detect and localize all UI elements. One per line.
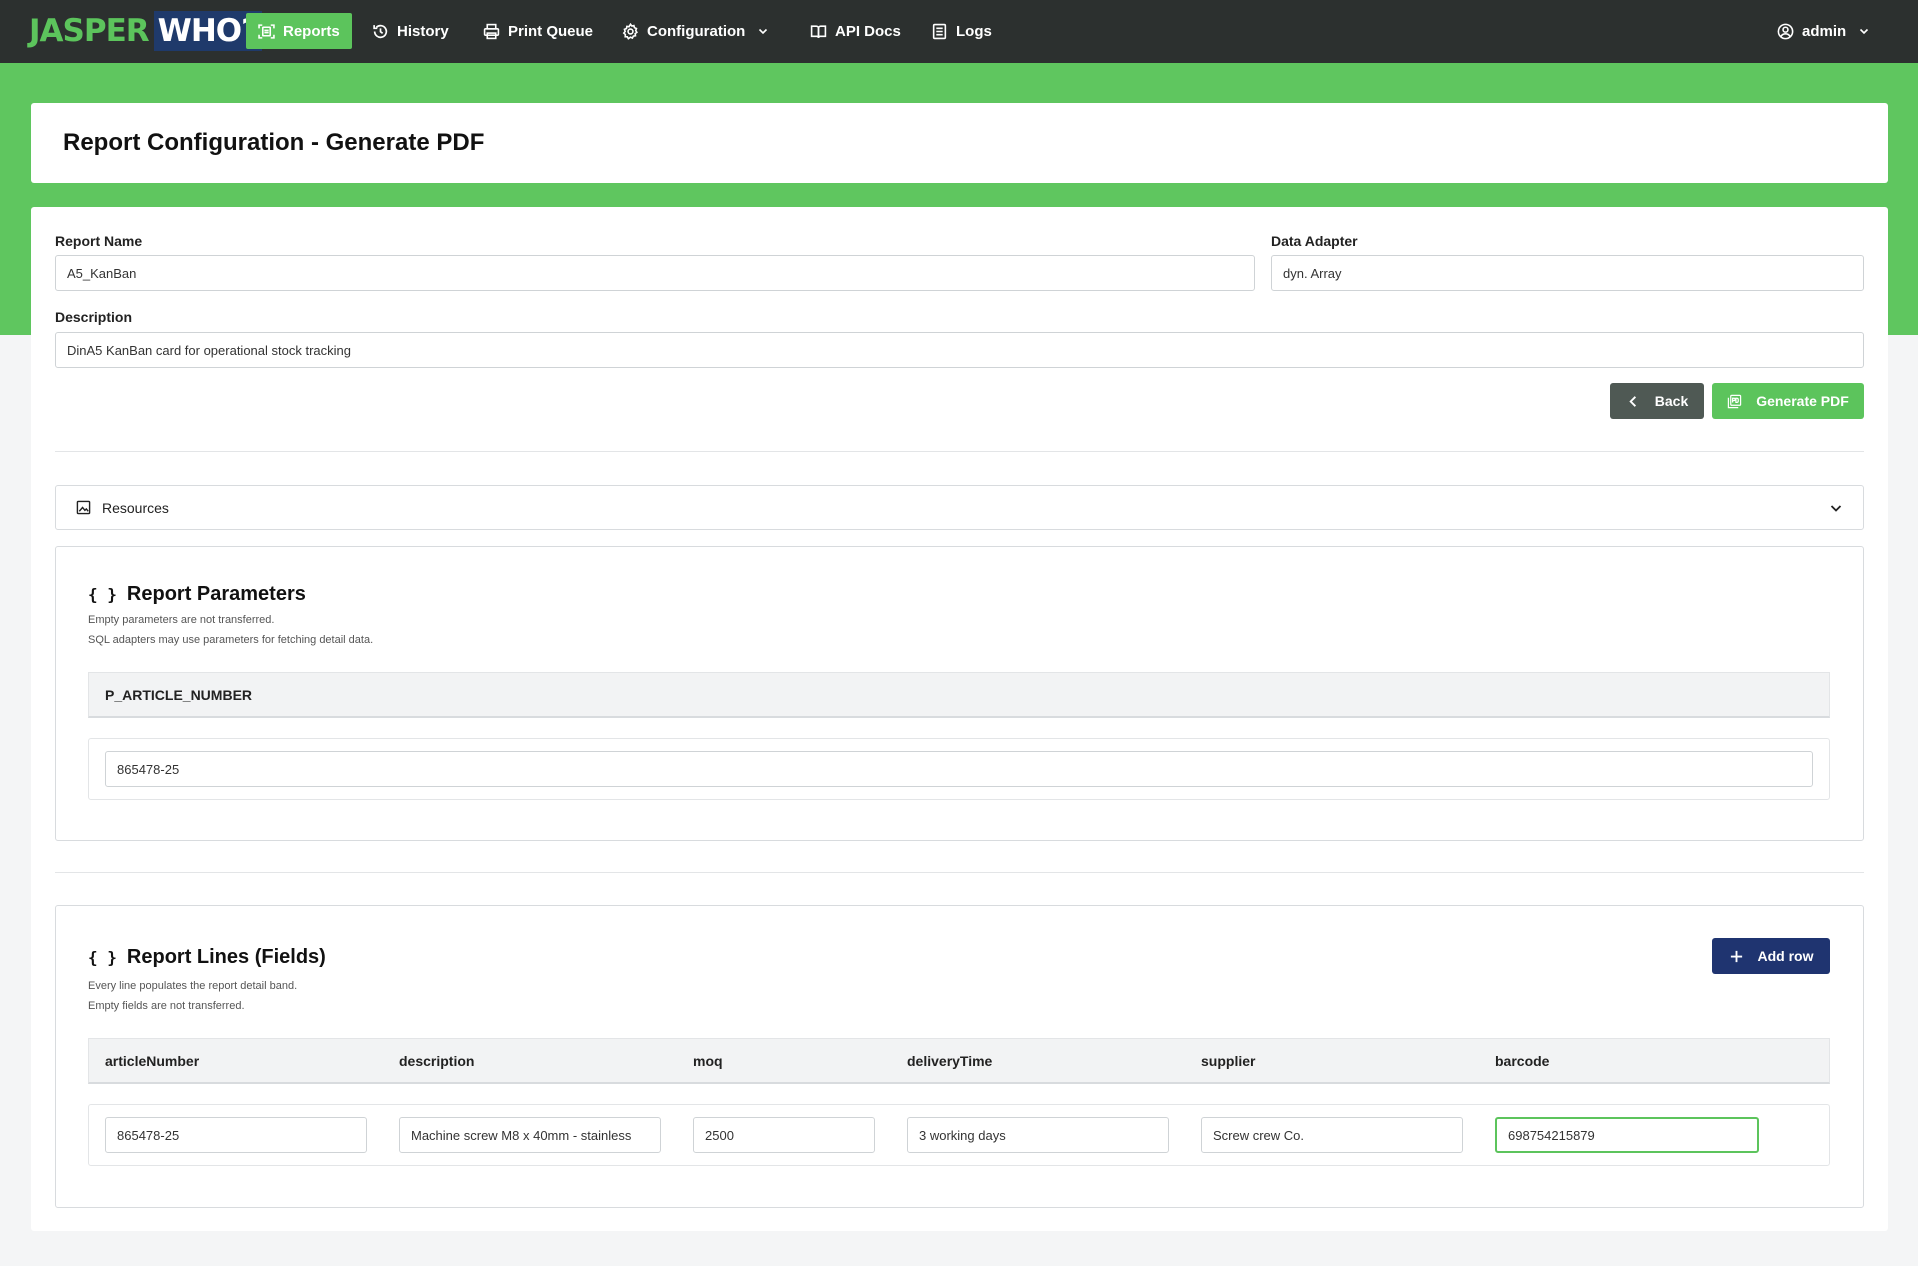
- add-row-label: Add row: [1757, 948, 1814, 964]
- column-header-description: description: [399, 1053, 475, 1069]
- field-moq-input[interactable]: [693, 1117, 875, 1153]
- report-lines-section: { } Report Lines (Fields) Every line pop…: [55, 905, 1864, 1208]
- section-divider: [55, 872, 1864, 873]
- generate-pdf-label: Generate PDF: [1756, 393, 1849, 409]
- table-row: [88, 1104, 1830, 1166]
- brand-part1: JASPER: [29, 13, 150, 49]
- page-title: Report Configuration - Generate PDF: [63, 129, 485, 156]
- report-name-input[interactable]: [55, 255, 1255, 291]
- field-articlenumber-input[interactable]: [105, 1117, 367, 1153]
- user-menu[interactable]: admin: [1765, 13, 1882, 49]
- nav-history-label: History: [397, 22, 449, 40]
- nav-reports-label: Reports: [283, 22, 340, 40]
- nav-configuration[interactable]: Configuration: [610, 13, 781, 49]
- parameters-header-row: P_ARTICLE_NUMBER: [88, 672, 1830, 718]
- data-adapter-input[interactable]: [1271, 255, 1864, 291]
- nav-logs-label: Logs: [956, 22, 992, 40]
- code-braces-icon: { }: [88, 948, 117, 967]
- pdf-file-icon: [1728, 394, 1742, 408]
- brand-logo[interactable]: JASPER WHO?: [29, 11, 263, 51]
- history-icon: [373, 24, 388, 38]
- nav-api-docs[interactable]: API Docs: [798, 13, 913, 49]
- user-circle-icon: [1777, 23, 1794, 39]
- parameter-article-number-input[interactable]: [105, 751, 1813, 787]
- code-braces-icon: { }: [88, 585, 117, 604]
- chevron-down-icon: [759, 28, 768, 35]
- description-input[interactable]: [55, 332, 1864, 368]
- chevron-down-icon: [1860, 28, 1869, 35]
- data-adapter-label: Data Adapter: [1271, 233, 1358, 249]
- parameters-note-1: Empty parameters are not transferred.: [88, 614, 275, 626]
- nav-print-queue-label: Print Queue: [508, 22, 594, 40]
- image-icon: [76, 500, 91, 515]
- add-row-button[interactable]: Add row: [1712, 938, 1830, 974]
- nav-print-queue[interactable]: Print Queue: [471, 13, 605, 49]
- gear-icon: [622, 22, 638, 40]
- column-header-supplier: supplier: [1201, 1053, 1256, 1069]
- plus-icon: [1730, 950, 1742, 962]
- lines-note-1: Every line populates the report detail b…: [88, 980, 298, 992]
- section-divider: [55, 451, 1864, 452]
- parameters-note-2: SQL adapters may use parameters for fetc…: [88, 634, 374, 646]
- resources-accordion[interactable]: Resources: [55, 485, 1864, 530]
- report-scan-icon: [258, 23, 275, 39]
- nav-logs[interactable]: Logs: [919, 13, 1004, 49]
- back-button-label: Back: [1654, 393, 1689, 409]
- lines-note-2: Empty fields are not transferred.: [88, 1000, 245, 1012]
- printer-icon: [483, 23, 500, 39]
- parameters-value-row: [88, 738, 1830, 800]
- column-header-moq: moq: [693, 1053, 723, 1069]
- lines-header-row: articleNumber description moq deliveryTi…: [88, 1038, 1830, 1084]
- parameter-column-header: P_ARTICLE_NUMBER: [105, 687, 253, 703]
- field-supplier-input[interactable]: [1201, 1117, 1463, 1153]
- field-deliverytime-input[interactable]: [907, 1117, 1169, 1153]
- nav-reports[interactable]: Reports: [246, 13, 352, 49]
- log-list-icon: [932, 23, 947, 39]
- column-header-barcode: barcode: [1495, 1053, 1550, 1069]
- nav-history[interactable]: History: [360, 13, 461, 49]
- resources-label: Resources: [102, 499, 169, 516]
- parameters-title-text: Report Parameters: [126, 583, 306, 605]
- book-icon: [810, 24, 827, 38]
- lines-title-text: Report Lines (Fields): [126, 946, 326, 968]
- nav-configuration-label: Configuration: [647, 22, 746, 40]
- field-description-input[interactable]: [399, 1117, 661, 1153]
- parameters-title: { } Report Parameters: [88, 583, 306, 606]
- generate-pdf-button[interactable]: Generate PDF: [1712, 383, 1864, 419]
- lines-title: { } Report Lines (Fields): [88, 946, 326, 969]
- report-parameters-section: { } Report Parameters Empty parameters a…: [55, 546, 1864, 841]
- description-label: Description: [55, 309, 133, 325]
- column-header-articlenumber: articleNumber: [105, 1053, 200, 1069]
- nav-api-docs-label: API Docs: [835, 22, 901, 40]
- column-header-deliverytime: deliveryTime: [907, 1053, 993, 1069]
- field-barcode-input[interactable]: [1495, 1117, 1759, 1153]
- chevron-left-icon: [1629, 395, 1636, 407]
- top-navbar: JASPER WHO? Reports History Print Queue …: [0, 0, 1918, 63]
- chevron-down-icon: [1830, 505, 1842, 512]
- report-name-label: Report Name: [55, 233, 143, 249]
- user-name: admin: [1802, 22, 1847, 40]
- page-title-card: Report Configuration - Generate PDF: [31, 103, 1888, 183]
- back-button[interactable]: Back: [1610, 383, 1704, 419]
